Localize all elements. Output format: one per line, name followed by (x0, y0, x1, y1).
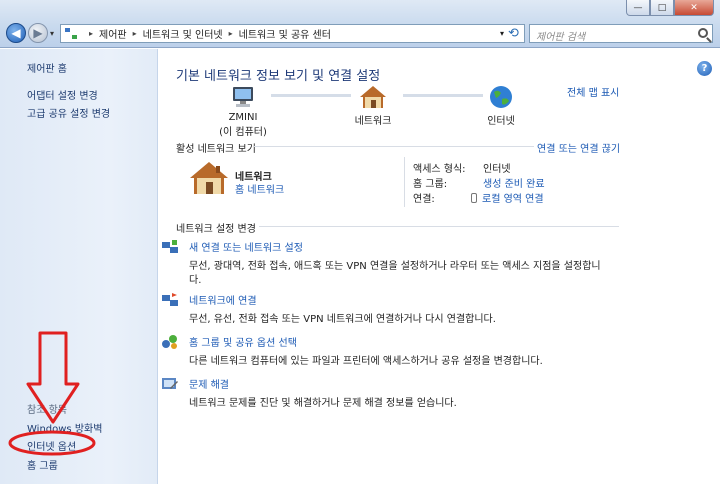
new-connection-icon (162, 240, 178, 253)
network-type-link[interactable]: 홈 네트워크 (235, 181, 284, 196)
map-connector (271, 94, 351, 97)
control-panel-icon (65, 28, 77, 39)
sidebar-item-homegroup[interactable]: 홈 그룹 (27, 457, 58, 472)
address-bar[interactable]: ▸ 제어판 ▸ 네트워크 및 인터넷 ▸ 네트워크 및 공유 센터 ▾ (60, 24, 525, 43)
task-description: 네트워크 문제를 진단 및 해결하거나 문제 해결 정보를 얻습니다. (189, 398, 457, 409)
active-networks-label: 활성 네트워크 보기 (176, 144, 256, 155)
address-dropdown-icon[interactable]: ▾ (500, 29, 504, 38)
sidebar-item-change-adapter-settings[interactable]: 어댑터 설정 변경 (27, 87, 98, 102)
network-label: 네트워크 (354, 116, 392, 127)
sidebar-item-windows-firewall[interactable]: Windows 방화벽 (27, 420, 102, 435)
task-connect-network: 네트워크에 연결 무선, 유선, 전화 접속 또는 VPN 네트워크에 연결하거… (162, 292, 496, 327)
breadcrumb-network-internet[interactable]: 네트워크 및 인터넷 (143, 26, 223, 41)
connect-disconnect-link[interactable]: 연결 또는 연결 끊기 (537, 140, 620, 155)
task-title[interactable]: 홈 그룹 및 공유 옵션 선택 (189, 334, 543, 349)
minimize-button[interactable]: — (626, 0, 650, 16)
task-description: 무선, 광대역, 전화 접속, 애드혹 또는 VPN 연결을 설정하거나 라우터… (189, 261, 601, 286)
map-node-network[interactable]: 네트워크 (343, 85, 403, 127)
page-title: 기본 네트워크 정보 보기 및 연결 설정 (176, 69, 381, 84)
main-content: ? 기본 네트워크 정보 보기 및 연결 설정 전체 맵 표시 ZMINI (이… (159, 49, 720, 484)
task-title[interactable]: 문제 해결 (189, 376, 457, 391)
computer-icon (233, 87, 253, 107)
title-bar: — □ ✕ ◀ ▶ ▾ ▸ 제어판 ▸ 네트워크 및 인터넷 ▸ 네트워크 및 … (0, 0, 720, 48)
see-also-heading: 참조 항목 (27, 405, 67, 416)
task-new-connection: 새 연결 또는 네트워크 설정 무선, 광대역, 전화 접속, 애드혹 또는 V… (162, 239, 609, 288)
divider (259, 226, 619, 227)
forward-button[interactable]: ▶ (28, 23, 48, 43)
breadcrumb-separator-icon[interactable]: ▸ (89, 29, 93, 38)
homegroup-icon (162, 335, 177, 349)
change-settings-label: 네트워크 설정 변경 (176, 224, 256, 235)
refresh-icon[interactable]: ⟲ (508, 27, 522, 41)
adapter-icon (471, 193, 477, 203)
connection-label: 연결: (413, 194, 435, 205)
search-input[interactable]: 제어판 검색 (529, 24, 713, 43)
connect-network-icon (162, 293, 178, 306)
task-homegroup-sharing: 홈 그룹 및 공유 옵션 선택 다른 네트워크 컴퓨터에 있는 파일과 프린터에… (162, 334, 543, 369)
task-title[interactable]: 새 연결 또는 네트워크 설정 (189, 239, 609, 254)
recent-pages-dropdown[interactable]: ▾ (50, 29, 54, 38)
connection-value-link[interactable]: 로컬 영역 연결 (471, 190, 544, 205)
help-icon[interactable]: ? (697, 61, 712, 76)
divider (254, 146, 534, 147)
breadcrumb-control-panel[interactable]: 제어판 (99, 26, 127, 41)
search-icon[interactable] (698, 28, 708, 38)
task-description: 무선, 유선, 전화 접속 또는 VPN 네트워크에 연결하거나 다시 연결합니… (189, 314, 496, 325)
troubleshoot-icon (162, 378, 178, 389)
maximize-button[interactable]: □ (650, 0, 674, 16)
map-node-internet[interactable]: 인터넷 (471, 85, 531, 127)
connection-value[interactable]: 로컬 영역 연결 (482, 194, 544, 205)
window-controls: — □ ✕ (626, 0, 714, 16)
internet-label: 인터넷 (487, 116, 515, 127)
sidebar-item-advanced-sharing-settings[interactable]: 고급 공유 설정 변경 (27, 105, 110, 120)
breadcrumb-separator-icon[interactable]: ▸ (229, 29, 233, 38)
globe-icon (490, 86, 512, 108)
sidebar-item-control-panel-home[interactable]: 제어판 홈 (27, 60, 67, 75)
divider (404, 157, 405, 207)
search-placeholder: 제어판 검색 (536, 32, 586, 43)
computer-sub: (이 컴퓨터) (219, 127, 267, 138)
task-description: 다른 네트워크 컴퓨터에 있는 파일과 프린터에 액세스하거나 공유 설정을 변… (189, 356, 543, 367)
task-title[interactable]: 네트워크에 연결 (189, 292, 496, 307)
home-network-icon (190, 162, 228, 194)
arrow-right-icon: ▶ (33, 26, 43, 40)
breadcrumb-network-sharing-center[interactable]: 네트워크 및 공유 센터 (239, 26, 331, 41)
access-type-value: 인터넷 (483, 164, 511, 175)
full-map-link[interactable]: 전체 맵 표시 (567, 84, 619, 99)
computer-name: ZMINI (228, 112, 258, 123)
sidebar-item-internet-options[interactable]: 인터넷 옵션 (27, 438, 76, 453)
homegroup-label: 홈 그룹: (413, 179, 448, 190)
access-type-label: 액세스 형식: (413, 164, 466, 175)
house-icon (360, 86, 386, 108)
task-troubleshoot: 문제 해결 네트워크 문제를 진단 및 해결하거나 문제 해결 정보를 얻습니다… (162, 376, 457, 411)
map-node-computer[interactable]: ZMINI (이 컴퓨터) (213, 85, 273, 138)
back-button[interactable]: ◀ (6, 23, 26, 43)
breadcrumb-separator-icon[interactable]: ▸ (133, 29, 137, 38)
sidebar: 제어판 홈 어댑터 설정 변경 고급 공유 설정 변경 참조 항목 Window… (0, 49, 158, 484)
close-button[interactable]: ✕ (674, 0, 714, 16)
arrow-left-icon: ◀ (11, 26, 21, 40)
homegroup-value-link[interactable]: 생성 준비 완료 (483, 175, 545, 190)
